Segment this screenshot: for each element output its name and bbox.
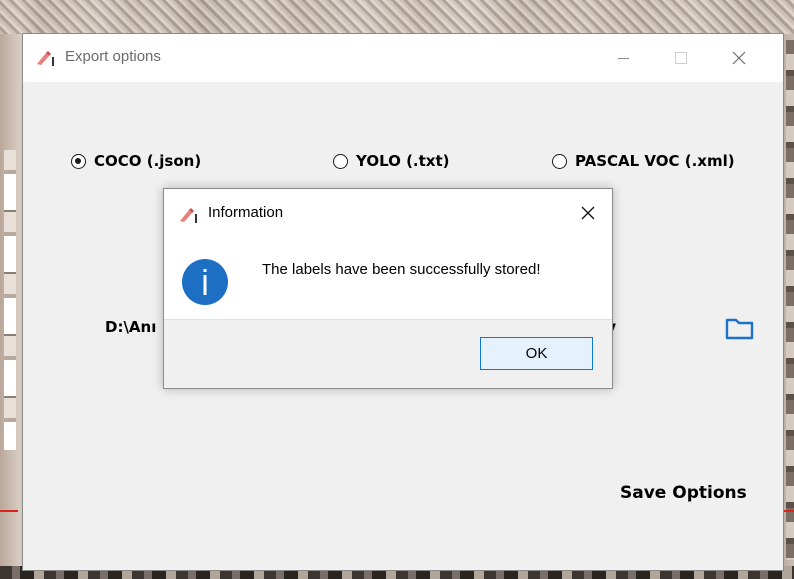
dialog-titlebar[interactable]: Information: [164, 189, 612, 237]
dialog-footer: OK: [164, 319, 612, 388]
minimize-icon: [617, 57, 629, 59]
radio-unselected-icon: [552, 153, 567, 169]
radio-selected-icon: [71, 153, 86, 169]
background-red-line: [784, 510, 794, 512]
window-titlebar[interactable]: Export options: [23, 34, 783, 82]
background-photo-top: [0, 0, 794, 34]
radio-unselected-icon: [333, 153, 348, 169]
dialog-close-button[interactable]: [568, 193, 608, 233]
pen-app-icon: [37, 51, 54, 66]
background-left-trim: [4, 150, 16, 450]
output-path-label: D:\Anı: [105, 318, 157, 336]
background-right-trim: [786, 40, 794, 560]
save-options-button[interactable]: Save Options: [620, 483, 747, 503]
info-icon: [182, 259, 228, 305]
close-icon: [732, 51, 746, 65]
radio-yolo[interactable]: YOLO (.txt): [333, 152, 450, 170]
radio-coco-label: COCO (.json): [94, 152, 202, 170]
maximize-button[interactable]: [653, 34, 709, 82]
minimize-button[interactable]: [595, 34, 651, 82]
dialog-title: Information: [208, 204, 284, 221]
window-title: Export options: [65, 48, 161, 65]
close-button[interactable]: [711, 34, 767, 82]
maximize-icon: [675, 52, 687, 64]
folder-icon[interactable]: [723, 315, 757, 341]
pen-app-icon: [180, 208, 197, 223]
radio-yolo-label: YOLO (.txt): [356, 152, 450, 170]
radio-pascal-voc[interactable]: PASCAL VOC (.xml): [552, 152, 735, 170]
background-red-line: [0, 510, 18, 512]
ok-button[interactable]: OK: [480, 337, 593, 370]
radio-pascal-voc-label: PASCAL VOC (.xml): [575, 152, 735, 170]
radio-coco[interactable]: COCO (.json): [71, 152, 201, 170]
information-dialog: Information The labels have been success…: [163, 188, 613, 389]
close-icon: [581, 206, 595, 220]
dialog-message: The labels have been successfully stored…: [262, 261, 541, 278]
